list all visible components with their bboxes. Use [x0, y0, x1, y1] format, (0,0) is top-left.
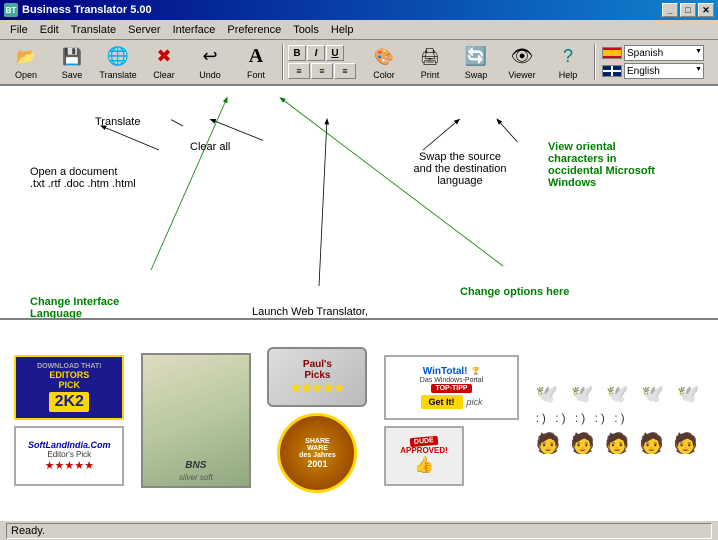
dude-approved-badge: DUDE APPROVED! 👍 [384, 426, 464, 486]
align-left-button[interactable]: ≡ [288, 63, 310, 79]
smileys-decoration: :) :) :) :) :) [536, 411, 704, 425]
print-button[interactable]: 🖨 Print [408, 42, 452, 82]
separator-1 [282, 44, 284, 80]
app-icon: BT [4, 3, 18, 17]
source-lang-wrapper: Spanish French German Italian English [624, 45, 704, 61]
birds-decoration: 🕊️ 🕊️ 🕊️ 🕊️ 🕊️ [536, 384, 704, 405]
badges-col-3: Paul's Picks ★★★★★ SHARE WARE des Jahres… [267, 347, 367, 493]
open-label: Open [15, 70, 37, 80]
avatars-decoration: 🧑 🧑 🧑 🧑 🧑 [536, 431, 704, 456]
color-icon: 🎨 [372, 45, 396, 69]
pauls-picks-badge: Paul's Picks ★★★★★ [267, 347, 367, 407]
menu-server[interactable]: Server [122, 22, 166, 38]
help-label: Help [559, 70, 578, 80]
save-label: Save [62, 70, 83, 80]
open-doc-annotation: Open a document.txt .rtf .doc .htm .html [30, 166, 190, 190]
font-icon: A [244, 45, 268, 69]
editors-pick-badge: DOWNLOAD THAT! EDITORS PICK 2K2 [14, 355, 124, 420]
badges-area: DOWNLOAD THAT! EDITORS PICK 2K2 SoftLand… [0, 320, 718, 520]
viewer-button[interactable]: 👁 Viewer [500, 42, 544, 82]
main-content: Open a document.txt .rtf .doc .htm .html… [0, 86, 718, 520]
font-button[interactable]: A Font [234, 42, 278, 82]
swap-annotation: Swap the sourceand the destinationlangua… [370, 151, 550, 187]
open-icon: 📂 [14, 45, 38, 69]
badges-col-1: DOWNLOAD THAT! EDITORS PICK 2K2 SoftLand… [14, 355, 124, 486]
clear-icon: ✖ [152, 45, 176, 69]
undo-icon: ↩ [198, 45, 222, 69]
source-lang-row: Spanish French German Italian English [602, 45, 704, 61]
menu-file[interactable]: File [4, 22, 34, 38]
menu-interface[interactable]: Interface [167, 22, 222, 38]
shareware-badge: SHARE WARE des Jahres 2001 [277, 413, 357, 493]
print-label: Print [421, 70, 440, 80]
align-right-button[interactable]: ≡ [334, 63, 356, 79]
status-text: Ready. [11, 525, 45, 537]
italic-button[interactable]: I [307, 45, 325, 61]
maximize-button[interactable]: □ [680, 3, 696, 17]
menu-tools[interactable]: Tools [287, 22, 325, 38]
swap-icon: 🔄 [464, 45, 488, 69]
english-flag [602, 65, 622, 77]
launch-web-annotation: Launch Web Translator,Magic Dictionary, … [200, 306, 420, 320]
help-button[interactable]: ? Help [546, 42, 590, 82]
change-options-annotation: Change options here [460, 286, 569, 298]
dest-language-select[interactable]: English French German Italian Spanish [624, 63, 704, 79]
font-label: Font [247, 70, 265, 80]
save-button[interactable]: 💾 Save [50, 42, 94, 82]
align-row: ≡ ≡ ≡ [288, 63, 356, 79]
menu-help[interactable]: Help [325, 22, 360, 38]
softland-badge: SoftLandIndia.Com Editor's Pick ★★★★★ [14, 426, 124, 486]
badges-col-5: 🕊️ 🕊️ 🕊️ 🕊️ 🕊️ :) :) :) :) :) 🧑 🧑 🧑 🧑 🧑 [536, 384, 704, 456]
badges-col-4: WinTotal! 🏆 Das Windows-Portal TOP-TIPP … [384, 355, 519, 486]
clear-button[interactable]: ✖ Clear [142, 42, 186, 82]
spanish-flag [602, 47, 622, 59]
format-cluster: B I U ≡ ≡ ≡ [288, 45, 356, 79]
clear-label: Clear [153, 70, 175, 80]
close-button[interactable]: ✕ [698, 3, 714, 17]
undo-label: Undo [199, 70, 221, 80]
translate-button[interactable]: 🌐 Translate [96, 42, 140, 82]
help-icon: ? [556, 45, 580, 69]
color-label: Color [373, 70, 395, 80]
menu-bar: File Edit Translate Server Interface Pre… [0, 20, 718, 40]
save-icon: 💾 [60, 45, 84, 69]
undo-button[interactable]: ↩ Undo [188, 42, 232, 82]
help-diagram: Open a document.txt .rtf .doc .htm .html… [0, 86, 718, 320]
status-panel: Ready. [6, 523, 712, 539]
bold-button[interactable]: B [288, 45, 306, 61]
menu-preference[interactable]: Preference [221, 22, 287, 38]
minimize-button[interactable]: _ [662, 3, 678, 17]
open-button[interactable]: 📂 Open [4, 42, 48, 82]
viewer-label: Viewer [508, 70, 535, 80]
color-button[interactable]: 🎨 Color [362, 42, 406, 82]
dest-lang-row: English French German Italian Spanish [602, 63, 704, 79]
wintotal-badge: WinTotal! 🏆 Das Windows-Portal TOP-TIPP … [384, 355, 519, 420]
swap-button[interactable]: 🔄 Swap [454, 42, 498, 82]
window-title: Business Translator 5.00 [22, 4, 152, 16]
viewer-icon: 👁 [510, 45, 534, 69]
viewer-annotation: View orientalcharacters inoccidental Mic… [548, 141, 693, 189]
title-bar: BT Business Translator 5.00 _ □ ✕ [0, 0, 718, 20]
source-language-select[interactable]: Spanish French German Italian English [624, 45, 704, 61]
translate-annotation: Translate [95, 116, 140, 128]
translate-label: Translate [99, 70, 136, 80]
bns-badge: BNS silver soft [141, 353, 251, 488]
print-icon: 🖨 [418, 45, 442, 69]
status-bar: Ready. [0, 520, 718, 540]
align-center-button[interactable]: ≡ [311, 63, 333, 79]
dest-lang-wrapper: English French German Italian Spanish [624, 63, 704, 79]
language-selectors: Spanish French German Italian English En… [602, 45, 704, 79]
swap-label: Swap [465, 70, 488, 80]
text-format-row: B I U [288, 45, 356, 61]
underline-button[interactable]: U [326, 45, 344, 61]
clear-all-annotation: Clear all [190, 141, 230, 153]
separator-2 [594, 44, 596, 80]
translate-icon: 🌐 [106, 45, 130, 69]
window-controls: _ □ ✕ [662, 3, 714, 17]
menu-edit[interactable]: Edit [34, 22, 65, 38]
change-interface-annotation: Change InterfaceLanguage [30, 296, 180, 320]
toolbar: 📂 Open 💾 Save 🌐 Translate ✖ Clear ↩ Undo… [0, 40, 718, 86]
menu-translate[interactable]: Translate [65, 22, 122, 38]
